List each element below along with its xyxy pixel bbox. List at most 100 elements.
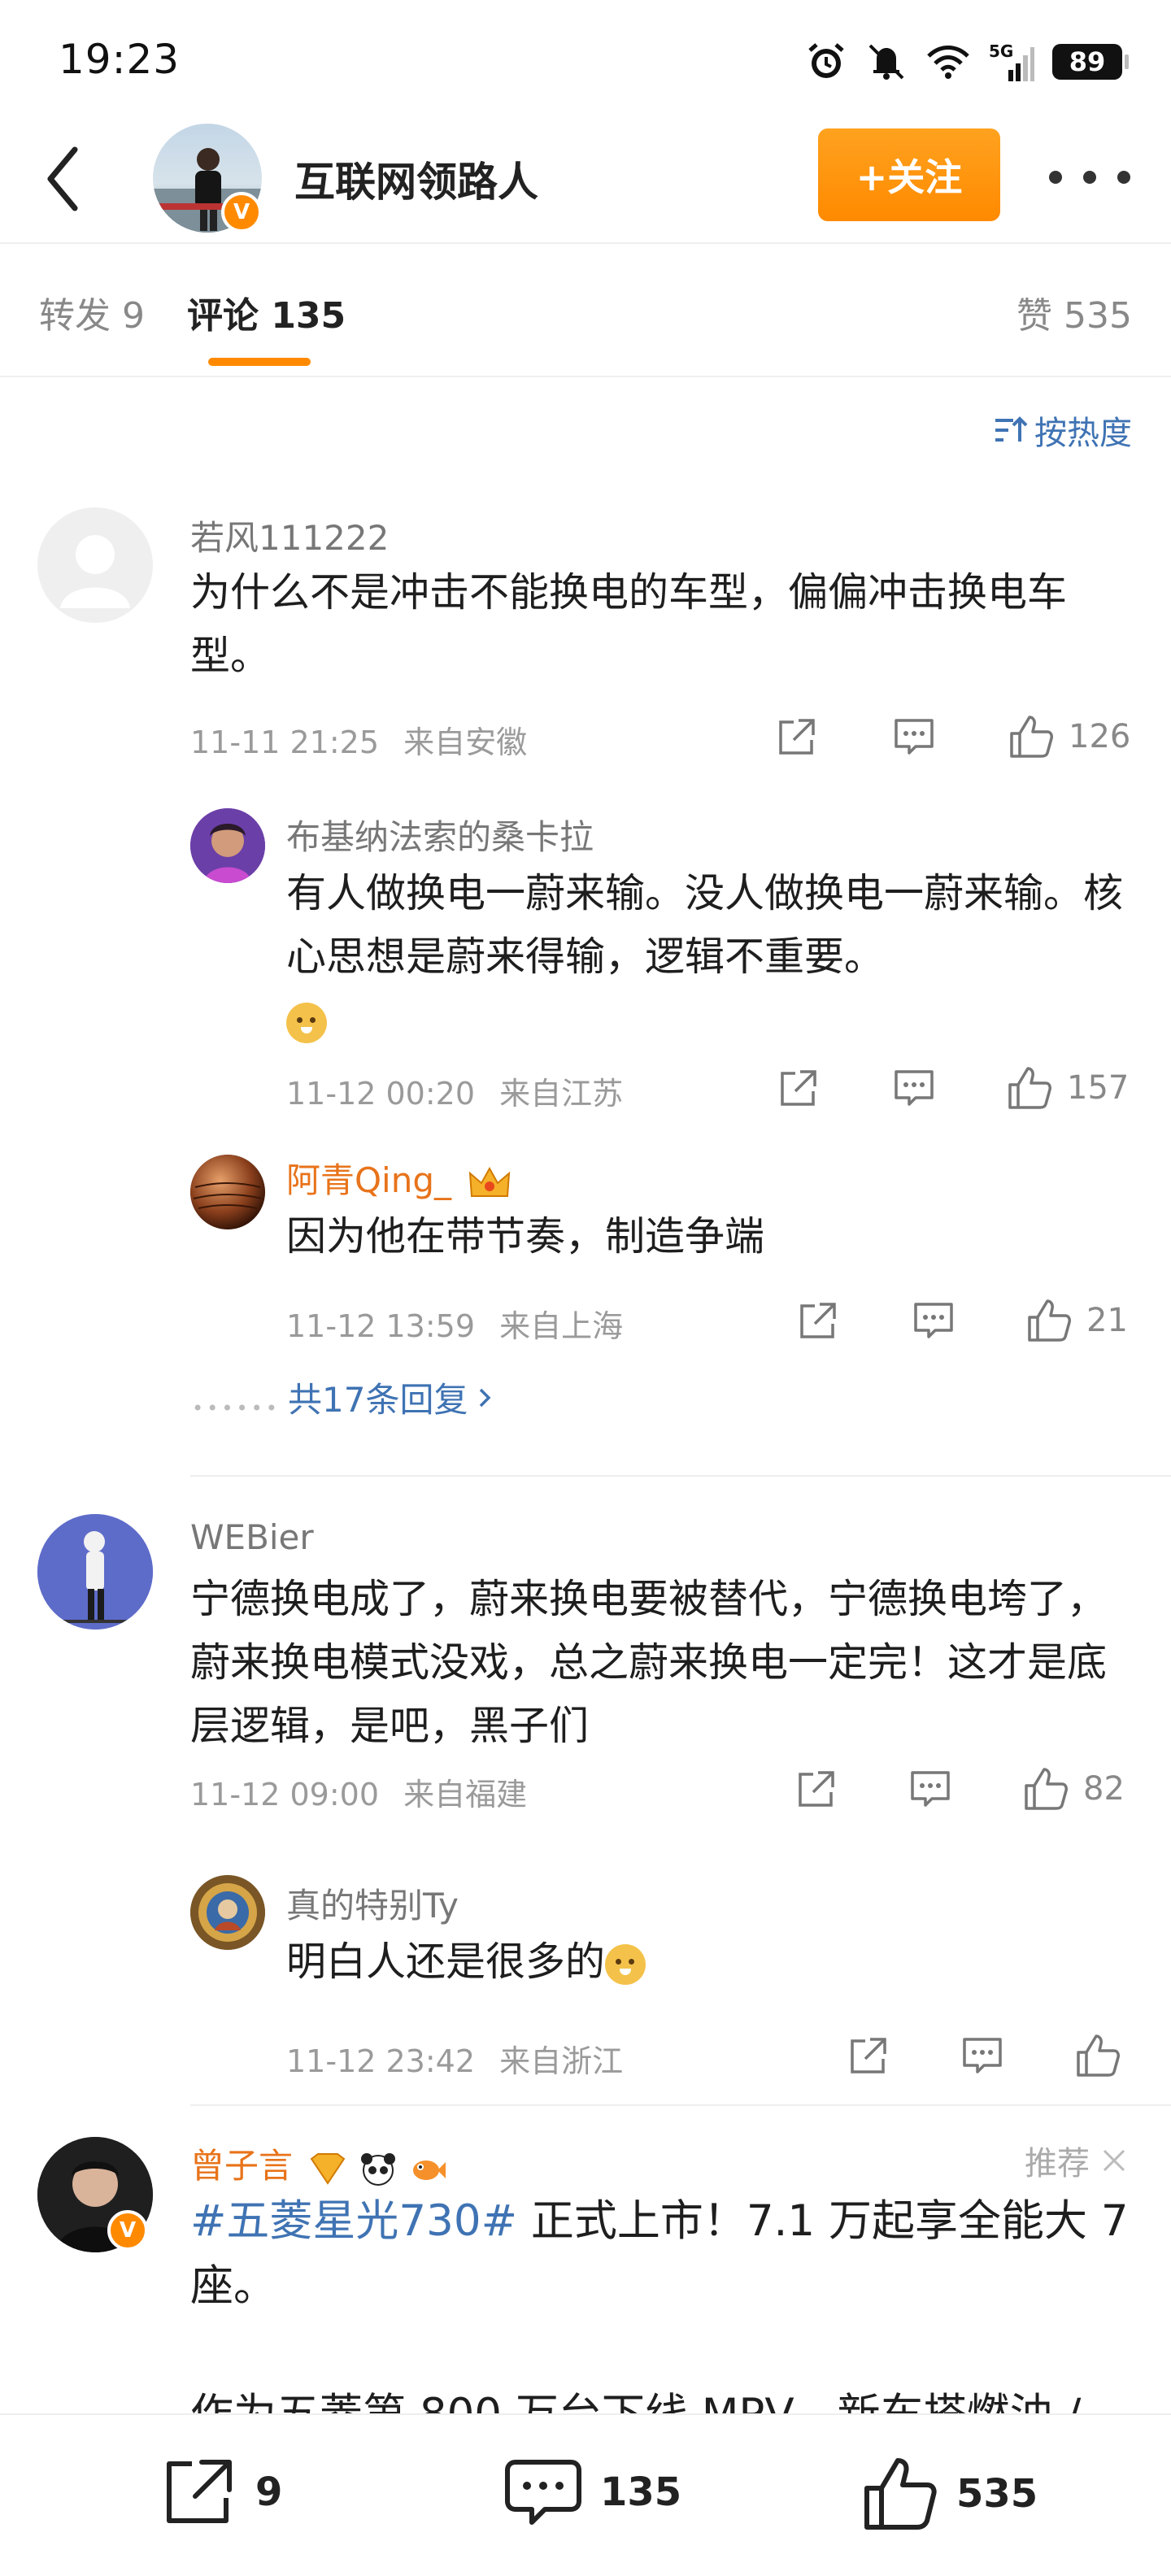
vip-badge-icon <box>311 2152 346 2185</box>
reply-location: 来自浙江 <box>499 2043 624 2079</box>
fish-badge-icon <box>413 2160 446 2180</box>
repost-count: 9 <box>255 2469 283 2515</box>
reply-time: 11-12 00:20 <box>286 1076 476 1112</box>
like-icon[interactable] <box>1005 1065 1052 1111</box>
comment-count: 135 <box>600 2469 682 2515</box>
battery-indicator: 89 <box>1052 44 1129 80</box>
commenter-name[interactable]: WEBier <box>190 1517 314 1557</box>
follow-button[interactable]: +关注 <box>818 128 1000 221</box>
more-dot-icon <box>1117 171 1130 184</box>
like-icon[interactable] <box>1073 2033 1121 2078</box>
mute-icon <box>868 44 904 80</box>
tab-comments[interactable]: 评论 135 <box>187 286 346 338</box>
reply-icon[interactable] <box>908 1768 953 1810</box>
comment-divider <box>190 1475 1171 1477</box>
crown-badge-icon <box>469 1166 511 1197</box>
sort-icon <box>995 416 1028 442</box>
sort-label: 按热度 <box>1034 415 1132 452</box>
doge-emoji-icon <box>286 1002 327 1043</box>
like-button[interactable]: 535 <box>860 2456 1038 2532</box>
comment-location: 来自安徽 <box>403 724 528 760</box>
commenter-name[interactable]: 若风111222 <box>190 511 389 560</box>
replier-name[interactable]: 布基纳法索的桑卡拉 <box>286 810 594 859</box>
recommend-text: 推荐 <box>1025 2145 1090 2182</box>
tab-reposts[interactable]: 转发 9 <box>39 286 145 338</box>
close-icon[interactable] <box>1101 2147 1127 2174</box>
more-dot-icon <box>1083 171 1096 184</box>
share-icon[interactable] <box>794 1768 839 1810</box>
post-header: V 互联网领路人 +关注 <box>0 114 1171 244</box>
sort-by-hot-button[interactable]: 按热度 <box>992 407 1132 454</box>
reply-text: 因为他在带节奏，制造争端 <box>286 1213 765 1260</box>
share-icon[interactable] <box>774 716 820 758</box>
like-count: 126 <box>1069 718 1131 755</box>
author-name[interactable]: 互联网领路人 <box>294 150 538 208</box>
reply-time: 11-12 13:59 <box>286 1308 476 1344</box>
comment-meta: 11-11 21:25 来自安徽 <box>190 717 527 762</box>
doge-emoji-icon <box>605 1943 646 1985</box>
svg-text:5G: 5G <box>989 41 1013 61</box>
status-bar: 19:23 5G 89 <box>0 0 1171 122</box>
replier-avatar[interactable] <box>190 1875 265 1950</box>
more-replies-label: 共17条回复 <box>288 1380 468 1420</box>
replier-name[interactable]: 阿青Qing_ <box>286 1153 512 1203</box>
cellular-5g-icon: 5G <box>989 41 1034 81</box>
reply-actions: 157 <box>776 1065 1129 1111</box>
back-button[interactable] <box>39 143 88 215</box>
reply-icon[interactable] <box>891 716 937 758</box>
comment-icon <box>505 2460 581 2525</box>
comment-meta: 11-12 09:00 来自福建 <box>190 1769 527 1814</box>
hashtag-link[interactable]: #五菱星光730# <box>190 2196 517 2246</box>
reply-meta: 11-12 00:20 来自江苏 <box>286 1068 623 1113</box>
view-more-replies-link[interactable]: 共17条回复 <box>288 1373 495 1422</box>
repost-icon <box>167 2460 232 2523</box>
verified-badge: V <box>221 192 262 233</box>
tab-likes[interactable]: 赞 535 <box>1016 286 1132 338</box>
share-icon[interactable] <box>846 2034 891 2077</box>
repost-button[interactable]: 9 <box>159 2456 282 2529</box>
reply-meta: 11-12 23:42 来自浙江 <box>286 2036 623 2081</box>
comment-text: #五菱星光730# 正式上市！7.1 万起享全能大 7 座。 <box>190 2189 1142 2319</box>
reply-location: 来自江苏 <box>499 1076 624 1112</box>
recommend-label: 推荐 <box>1025 2137 1127 2184</box>
comment-time: 11-11 21:25 <box>190 724 380 760</box>
reply-icon[interactable] <box>960 2034 1005 2077</box>
comment-text: 宁德换电成了，蔚来换电要被替代，宁德换电垮了，蔚来换电模式没戏，总之蔚来换电一定… <box>190 1576 1108 1749</box>
commenter-avatar[interactable] <box>37 1514 153 1630</box>
comment-button[interactable]: 135 <box>504 2456 681 2529</box>
detail-tabs: 转发 9 评论 135 赞 535 <box>0 244 1171 377</box>
like-icon[interactable] <box>1007 714 1054 759</box>
like-icon[interactable] <box>1025 1298 1072 1343</box>
more-options-button[interactable] <box>1049 153 1130 202</box>
commenter-avatar[interactable] <box>37 507 153 623</box>
thumbs-up-icon <box>864 2458 937 2530</box>
like-icon[interactable] <box>1021 1766 1069 1812</box>
commenter-name-text: 曾子言 <box>190 2146 294 2186</box>
replier-avatar[interactable] <box>190 1155 265 1229</box>
replier-avatar[interactable] <box>190 808 265 883</box>
comment-location: 来自福建 <box>403 1777 528 1812</box>
comment-actions: 82 <box>794 1766 1125 1812</box>
reply-actions: 21 <box>795 1298 1128 1343</box>
verified-badge: V <box>107 2210 148 2251</box>
wifi-icon <box>927 46 969 79</box>
back-arrow-icon <box>47 146 78 211</box>
reply-time: 11-12 23:42 <box>286 2043 476 2079</box>
reply-icon[interactable] <box>911 1299 956 1342</box>
bottom-action-bar: 9 135 535 <box>0 2413 1171 2576</box>
reply-text-content: 明白人还是很多的 <box>286 1939 606 1985</box>
reply-thread-dots: •••••• <box>192 1397 281 1420</box>
share-icon[interactable] <box>776 1067 821 1109</box>
commenter-name[interactable]: 曾子言 <box>190 2139 447 2188</box>
reply-meta: 11-12 13:59 来自上海 <box>286 1301 623 1346</box>
comment-divider <box>190 2104 1171 2106</box>
replier-name[interactable]: 真的特别Ty <box>286 1878 459 1928</box>
comment-text: 为什么不是冲击不能换电的车型，偏偏冲击换电车型。 <box>190 569 1068 679</box>
like-count-total: 535 <box>956 2471 1038 2517</box>
share-icon[interactable] <box>795 1299 841 1342</box>
panda-badge-icon <box>360 2152 395 2186</box>
reply-location: 来自上海 <box>499 1308 624 1344</box>
alarm-icon <box>808 43 844 78</box>
reply-icon[interactable] <box>891 1067 937 1109</box>
like-count: 21 <box>1086 1302 1128 1339</box>
